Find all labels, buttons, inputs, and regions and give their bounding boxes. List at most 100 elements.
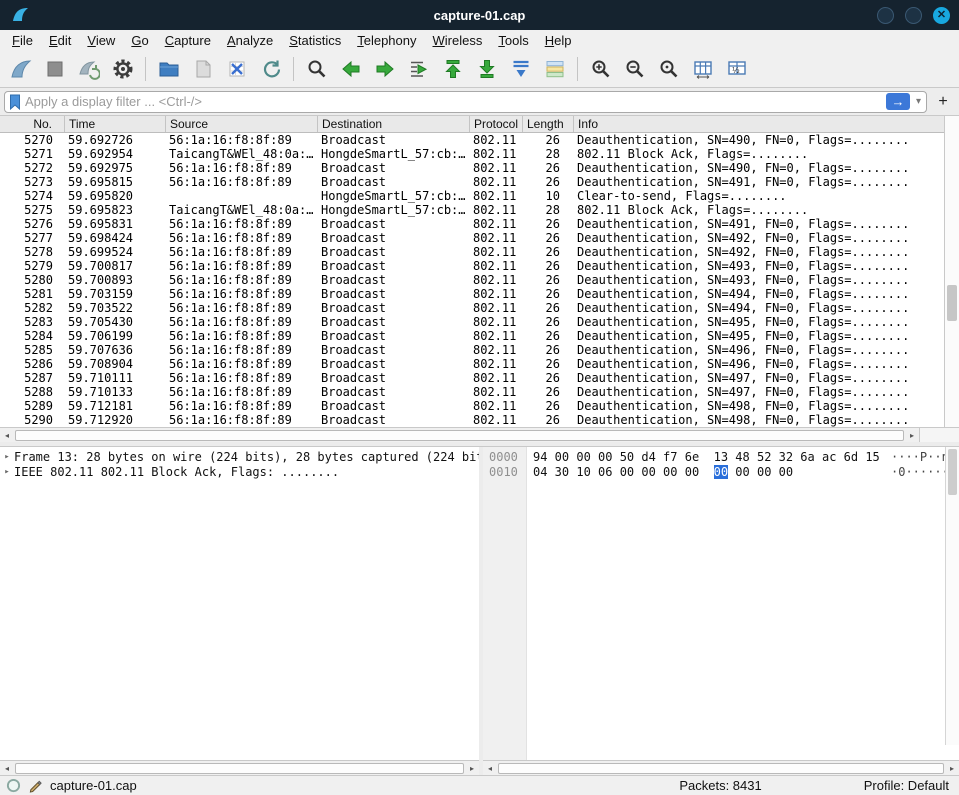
find-packet-button[interactable] [301, 54, 332, 84]
menu-tools[interactable]: Tools [490, 32, 536, 49]
details-horizontal-scrollbar[interactable]: ◂ ▸ [0, 760, 479, 775]
cell-source: 56:1a:16:f8:8f:89 [166, 231, 318, 245]
packet-row[interactable]: 527759.69842456:1a:16:f8:8f:89Broadcast8… [0, 231, 944, 245]
cell-destination: Broadcast [318, 287, 470, 301]
bytes-vertical-scrollbar[interactable] [945, 447, 959, 745]
packet-row[interactable]: 527659.69583156:1a:16:f8:8f:89Broadcast8… [0, 217, 944, 231]
packet-row[interactable]: 528759.71011156:1a:16:f8:8f:89Broadcast8… [0, 371, 944, 385]
scroll-right-arrow-icon[interactable]: ▸ [465, 764, 479, 773]
packet-row[interactable]: 527459.695820HongdeSmartL_57:cb:…802.111… [0, 189, 944, 203]
reload-file-button[interactable] [255, 54, 286, 84]
detail-row[interactable]: ▸Frame 13: 28 bytes on wire (224 bits), … [0, 450, 479, 465]
scrollbar-thumb[interactable] [948, 449, 957, 495]
bytes-horizontal-scrollbar[interactable]: ◂ ▸ [483, 760, 959, 775]
filter-dropdown-caret-icon[interactable]: ▾ [914, 96, 923, 107]
packet-row[interactable]: 527859.69952456:1a:16:f8:8f:89Broadcast8… [0, 245, 944, 259]
column-header-protocol[interactable]: Protocol [470, 116, 523, 132]
packet-row[interactable]: 528859.71013356:1a:16:f8:8f:89Broadcast8… [0, 385, 944, 399]
menu-analyze[interactable]: Analyze [219, 32, 281, 49]
menu-wireless[interactable]: Wireless [425, 32, 491, 49]
restart-capture-button[interactable] [73, 54, 104, 84]
menu-statistics[interactable]: Statistics [281, 32, 349, 49]
packet-list-vertical-scrollbar[interactable] [944, 116, 959, 427]
display-filter-input[interactable] [25, 94, 882, 109]
cell-info: Deauthentication, SN=494, FN=0, Flags=..… [574, 301, 944, 315]
menu-go[interactable]: Go [123, 32, 156, 49]
column-header-destination[interactable]: Destination [318, 116, 470, 132]
go-forward-button[interactable] [369, 54, 400, 84]
cell-length: 26 [523, 175, 574, 189]
open-file-button[interactable] [153, 54, 184, 84]
bookmark-icon[interactable] [9, 94, 21, 110]
packet-row[interactable]: 528659.70890456:1a:16:f8:8f:89Broadcast8… [0, 357, 944, 371]
zoom-out-button[interactable] [619, 54, 650, 84]
scroll-right-arrow-icon[interactable]: ▸ [945, 764, 959, 773]
stop-capture-button[interactable] [39, 54, 70, 84]
menu-file[interactable]: File [4, 32, 41, 49]
scroll-right-arrow-icon[interactable]: ▸ [905, 431, 919, 440]
cell-info: Deauthentication, SN=493, FN=0, Flags=..… [574, 259, 944, 273]
scrollbar-thumb[interactable] [947, 285, 957, 321]
resize-columns-button[interactable] [687, 54, 718, 84]
add-filter-button[interactable]: + [933, 94, 953, 110]
detail-row[interactable]: ▸IEEE 802.11 802.11 Block Ack, Flags: ..… [0, 465, 479, 480]
expand-arrow-icon[interactable]: ▸ [0, 450, 14, 465]
scrollbar-thumb[interactable] [15, 430, 904, 441]
cell-protocol: 802.11 [470, 385, 523, 399]
packet-row[interactable]: 528159.70315956:1a:16:f8:8f:89Broadcast8… [0, 287, 944, 301]
go-last-packet-button[interactable] [471, 54, 502, 84]
close-file-button[interactable] [221, 54, 252, 84]
packet-row[interactable]: 527959.70081756:1a:16:f8:8f:89Broadcast8… [0, 259, 944, 273]
maximize-button[interactable] [905, 7, 922, 24]
menu-capture[interactable]: Capture [157, 32, 219, 49]
column-header-time[interactable]: Time [65, 116, 166, 132]
scrollbar-thumb[interactable] [15, 763, 464, 774]
minimize-button[interactable] [877, 7, 894, 24]
packet-row[interactable]: 528559.70763656:1a:16:f8:8f:89Broadcast8… [0, 343, 944, 357]
shrink-columns-button[interactable]: ½ [721, 54, 752, 84]
save-file-button[interactable] [187, 54, 218, 84]
column-header-length[interactable]: Length [523, 116, 574, 132]
column-header-source[interactable]: Source [166, 116, 318, 132]
packet-row[interactable]: 527259.69297556:1a:16:f8:8f:89Broadcast8… [0, 161, 944, 175]
packet-row[interactable]: 527359.69581556:1a:16:f8:8f:89Broadcast8… [0, 175, 944, 189]
packet-row[interactable]: 528459.70619956:1a:16:f8:8f:89Broadcast8… [0, 329, 944, 343]
packet-row[interactable]: 528959.71218156:1a:16:f8:8f:89Broadcast8… [0, 399, 944, 413]
packet-list-horizontal-scrollbar[interactable]: ◂ ▸ [0, 427, 959, 442]
scroll-left-arrow-icon[interactable]: ◂ [483, 764, 497, 773]
menu-help[interactable]: Help [537, 32, 580, 49]
packet-row[interactable]: 529059.71292056:1a:16:f8:8f:89Broadcast8… [0, 413, 944, 427]
menu-edit[interactable]: Edit [41, 32, 79, 49]
scroll-left-arrow-icon[interactable]: ◂ [0, 764, 14, 773]
window-controls: ✕ [877, 7, 950, 24]
hex-row[interactable]: 001004 30 10 06 00 00 00 00 00 00 00 00·… [483, 465, 959, 480]
start-capture-button[interactable] [5, 54, 36, 84]
capture-comment-pencil-icon[interactable] [28, 778, 43, 793]
menu-telephony[interactable]: Telephony [349, 32, 424, 49]
zoom-in-button[interactable] [585, 54, 616, 84]
packet-row[interactable]: 527059.69272656:1a:16:f8:8f:89Broadcast8… [0, 133, 944, 147]
colorize-packets-button[interactable] [539, 54, 570, 84]
packet-row[interactable]: 528359.70543056:1a:16:f8:8f:89Broadcast8… [0, 315, 944, 329]
scrollbar-thumb[interactable] [498, 763, 944, 774]
auto-scroll-button[interactable] [505, 54, 536, 84]
status-profile[interactable]: Profile: Default [864, 778, 949, 793]
menu-view[interactable]: View [79, 32, 123, 49]
zoom-original-button[interactable] [653, 54, 684, 84]
hex-row[interactable]: 000094 00 00 00 50 d4 f7 6e 13 48 52 32 … [483, 450, 959, 465]
go-first-packet-button[interactable] [437, 54, 468, 84]
go-to-packet-button[interactable] [403, 54, 434, 84]
expert-info-icon[interactable] [6, 778, 21, 793]
go-back-button[interactable] [335, 54, 366, 84]
scroll-left-arrow-icon[interactable]: ◂ [0, 431, 14, 440]
column-header-info[interactable]: Info [574, 116, 944, 132]
apply-filter-button[interactable]: → [886, 93, 910, 110]
capture-options-button[interactable] [107, 54, 138, 84]
column-header-no[interactable]: No. [0, 116, 65, 132]
packet-row[interactable]: 527559.695823TaicangT&WEl_48:0a:…HongdeS… [0, 203, 944, 217]
packet-row[interactable]: 528259.70352256:1a:16:f8:8f:89Broadcast8… [0, 301, 944, 315]
expand-arrow-icon[interactable]: ▸ [0, 465, 14, 480]
close-button[interactable]: ✕ [933, 7, 950, 24]
packet-row[interactable]: 527159.692954TaicangT&WEl_48:0a:…HongdeS… [0, 147, 944, 161]
packet-row[interactable]: 528059.70089356:1a:16:f8:8f:89Broadcast8… [0, 273, 944, 287]
